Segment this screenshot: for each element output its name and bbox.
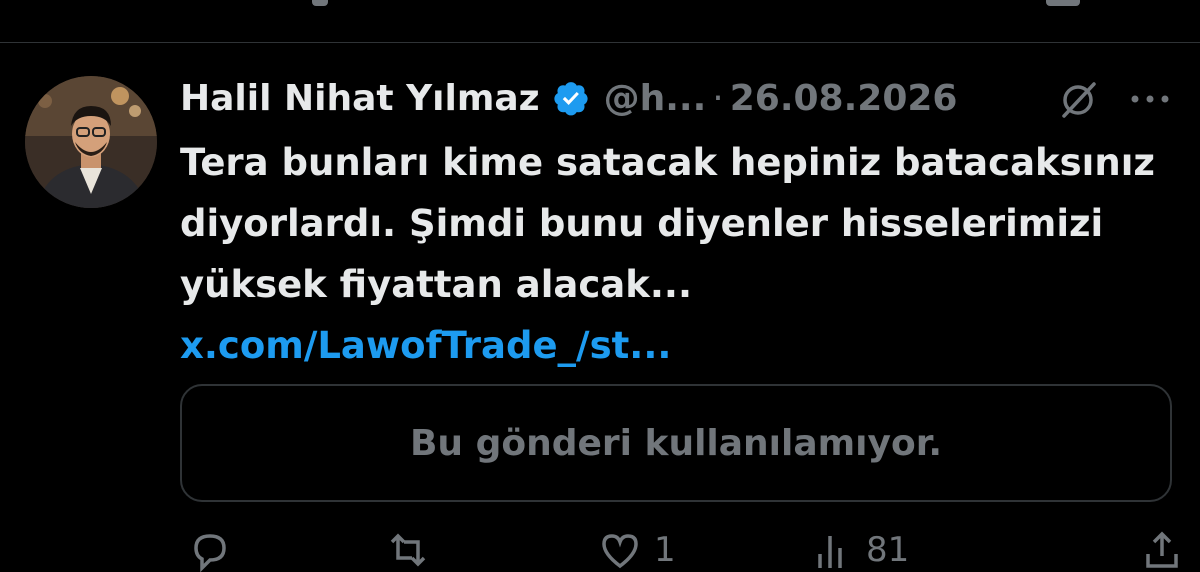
author-handle[interactable]: @h... bbox=[604, 78, 707, 119]
more-icon[interactable] bbox=[1128, 92, 1172, 106]
views-icon bbox=[818, 536, 842, 568]
previous-post-remnant bbox=[1046, 0, 1080, 6]
view-count: 81 bbox=[866, 530, 910, 570]
post-text: Tera bunları kime satacak hepiniz bataca… bbox=[180, 132, 1170, 376]
post-divider bbox=[0, 42, 1200, 43]
retweet-button[interactable] bbox=[386, 528, 430, 572]
like-count: 1 bbox=[654, 530, 676, 570]
previous-post-remnant bbox=[312, 0, 328, 6]
grok-icon[interactable] bbox=[1056, 78, 1100, 122]
post-body: Tera bunları kime satacak hepiniz bataca… bbox=[180, 141, 1155, 306]
reply-button[interactable] bbox=[188, 528, 232, 572]
retweet-icon bbox=[390, 533, 426, 567]
verified-badge-icon bbox=[552, 79, 590, 117]
avatar[interactable] bbox=[25, 76, 157, 208]
like-icon bbox=[602, 534, 638, 569]
separator-dot: · bbox=[712, 77, 724, 119]
post-header: Halil Nihat Yılmaz @h... · 26.08.2026 bbox=[180, 70, 957, 126]
share-button[interactable] bbox=[1140, 528, 1184, 572]
views-button[interactable]: 81 bbox=[810, 528, 909, 572]
post-link[interactable]: x.com/LawofTrade_/st... bbox=[180, 324, 671, 367]
unavailable-message: Bu gönderi kullanılamıyor. bbox=[409, 422, 943, 464]
quoted-post-unavailable[interactable]: Bu gönderi kullanılamıyor. bbox=[180, 384, 1172, 502]
share-icon bbox=[1146, 531, 1178, 568]
avatar-image bbox=[25, 76, 157, 208]
author-name[interactable]: Halil Nihat Yılmaz bbox=[180, 78, 540, 119]
action-bar: 1 81 bbox=[0, 520, 1200, 572]
reply-icon bbox=[194, 534, 226, 572]
post-date[interactable]: 26.08.2026 bbox=[730, 78, 958, 119]
like-button[interactable]: 1 bbox=[598, 528, 676, 572]
